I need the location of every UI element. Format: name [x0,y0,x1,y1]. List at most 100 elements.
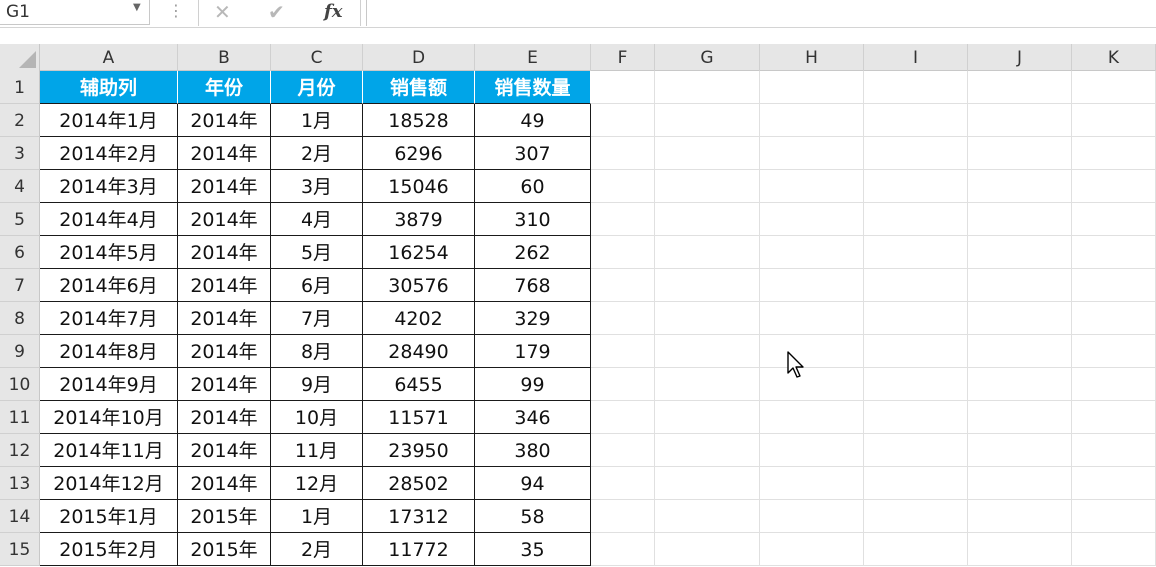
cell-f4[interactable] [591,170,655,203]
table-cell-c5[interactable]: 4月 [271,203,363,236]
table-cell-d13[interactable]: 28502 [363,467,475,500]
table-cell-e9[interactable]: 179 [475,335,591,368]
cell-f9[interactable] [591,335,655,368]
table-cell-e4[interactable]: 60 [475,170,591,203]
cell-i13[interactable] [864,467,968,500]
cell-f12[interactable] [591,434,655,467]
cell-j7[interactable] [968,269,1072,302]
table-cell-a4[interactable]: 2014年3月 [40,170,178,203]
table-cell-e5[interactable]: 310 [475,203,591,236]
table-cell-b9[interactable]: 2014年 [178,335,271,368]
cell-h13[interactable] [760,467,864,500]
cell-h10[interactable] [760,368,864,401]
table-cell-b12[interactable]: 2014年 [178,434,271,467]
cancel-icon[interactable]: ✕ [214,0,231,24]
cell-i7[interactable] [864,269,968,302]
cell-g11[interactable] [655,401,760,434]
table-cell-a3[interactable]: 2014年2月 [40,137,178,170]
cell-i9[interactable] [864,335,968,368]
column-header-a[interactable]: A [40,44,178,71]
table-cell-d6[interactable]: 16254 [363,236,475,269]
cell-i11[interactable] [864,401,968,434]
cell-k14[interactable] [1072,500,1156,533]
table-cell-a2[interactable]: 2014年1月 [40,104,178,137]
table-cell-b6[interactable]: 2014年 [178,236,271,269]
column-header-c[interactable]: C [271,44,363,71]
cell-f13[interactable] [591,467,655,500]
row-header-12[interactable]: 12 [0,434,40,467]
table-cell-a6[interactable]: 2014年5月 [40,236,178,269]
cell-j5[interactable] [968,203,1072,236]
cell-h12[interactable] [760,434,864,467]
cell-h7[interactable] [760,269,864,302]
table-cell-d4[interactable]: 15046 [363,170,475,203]
table-cell-b3[interactable]: 2014年 [178,137,271,170]
cell-f10[interactable] [591,368,655,401]
table-cell-e10[interactable]: 99 [475,368,591,401]
cell-j1[interactable] [968,71,1072,104]
cell-j11[interactable] [968,401,1072,434]
cell-i5[interactable] [864,203,968,236]
cell-g12[interactable] [655,434,760,467]
cell-k7[interactable] [1072,269,1156,302]
row-header-5[interactable]: 5 [0,203,40,236]
table-cell-b2[interactable]: 2014年 [178,104,271,137]
cell-i10[interactable] [864,368,968,401]
cell-h6[interactable] [760,236,864,269]
cell-g14[interactable] [655,500,760,533]
cell-f14[interactable] [591,500,655,533]
row-header-1[interactable]: 1 [0,71,40,104]
row-header-4[interactable]: 4 [0,170,40,203]
table-cell-a11[interactable]: 2014年10月 [40,401,178,434]
table-cell-e13[interactable]: 94 [475,467,591,500]
column-header-j[interactable]: J [968,44,1072,71]
table-cell-a8[interactable]: 2014年7月 [40,302,178,335]
table-cell-e14[interactable]: 58 [475,500,591,533]
column-header-g[interactable]: G [655,44,760,71]
insert-function-icon[interactable]: fx [324,0,342,24]
cell-g8[interactable] [655,302,760,335]
table-cell-d12[interactable]: 23950 [363,434,475,467]
table-cell-d8[interactable]: 4202 [363,302,475,335]
table-cell-b14[interactable]: 2015年 [178,500,271,533]
row-header-10[interactable]: 10 [0,368,40,401]
cell-f3[interactable] [591,137,655,170]
cell-k3[interactable] [1072,137,1156,170]
cell-j14[interactable] [968,500,1072,533]
row-header-8[interactable]: 8 [0,302,40,335]
row-header-3[interactable]: 3 [0,137,40,170]
table-cell-a10[interactable]: 2014年9月 [40,368,178,401]
table-cell-e6[interactable]: 262 [475,236,591,269]
cell-i4[interactable] [864,170,968,203]
column-header-e[interactable]: E [475,44,591,71]
cell-f7[interactable] [591,269,655,302]
column-header-d[interactable]: D [363,44,475,71]
column-header-k[interactable]: K [1072,44,1156,71]
table-cell-d7[interactable]: 30576 [363,269,475,302]
table-cell-c3[interactable]: 2月 [271,137,363,170]
cell-g10[interactable] [655,368,760,401]
table-cell-d2[interactable]: 18528 [363,104,475,137]
name-box[interactable]: G1 ▼ [0,0,150,25]
select-all-button[interactable] [0,44,40,71]
cell-i8[interactable] [864,302,968,335]
cell-h14[interactable] [760,500,864,533]
cell-h9[interactable] [760,335,864,368]
table-cell-e12[interactable]: 380 [475,434,591,467]
cell-f1[interactable] [591,71,655,104]
row-header-11[interactable]: 11 [0,401,40,434]
row-header-14[interactable]: 14 [0,500,40,533]
cell-i2[interactable] [864,104,968,137]
cell-k8[interactable] [1072,302,1156,335]
cell-j13[interactable] [968,467,1072,500]
table-cell-c4[interactable]: 3月 [271,170,363,203]
cell-k4[interactable] [1072,170,1156,203]
table-cell-e8[interactable]: 329 [475,302,591,335]
table-cell-c12[interactable]: 11月 [271,434,363,467]
table-cell-e11[interactable]: 346 [475,401,591,434]
cell-h5[interactable] [760,203,864,236]
table-cell-a14[interactable]: 2015年1月 [40,500,178,533]
table-cell-a7[interactable]: 2014年6月 [40,269,178,302]
table-cell-e2[interactable]: 49 [475,104,591,137]
table-cell-d5[interactable]: 3879 [363,203,475,236]
